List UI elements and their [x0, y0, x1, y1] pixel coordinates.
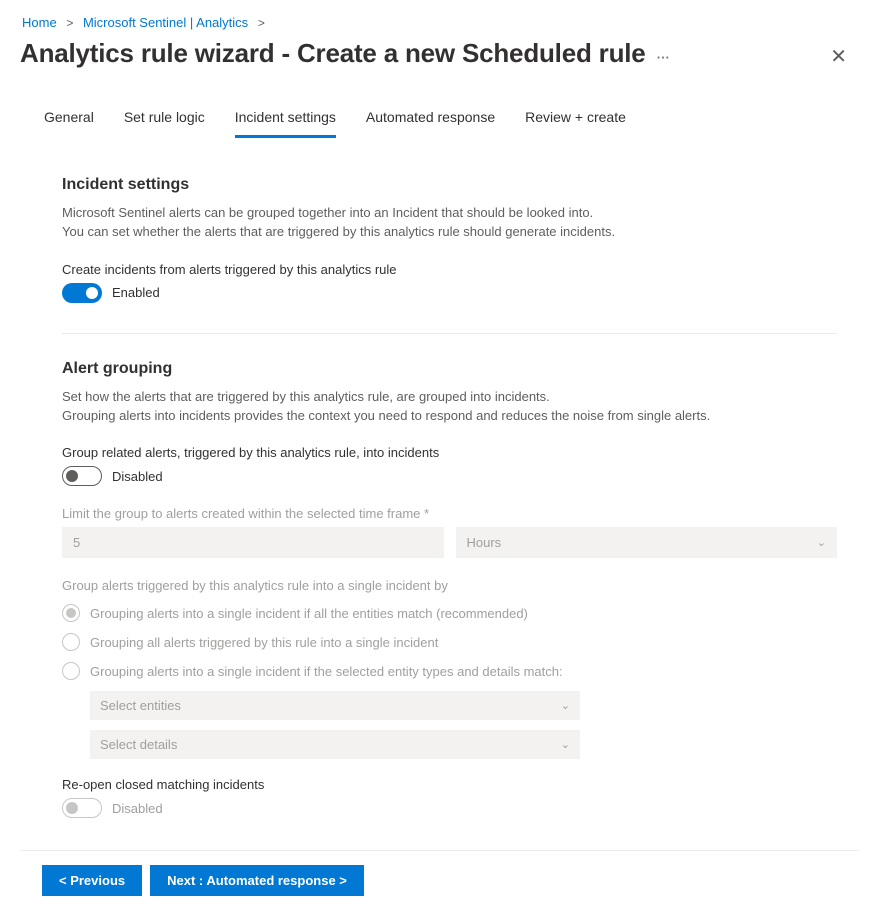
group-related-toggle[interactable]	[62, 466, 102, 486]
more-actions-icon[interactable]: ···	[649, 50, 674, 65]
limit-unit-select: Hours ⌄	[456, 527, 838, 558]
next-button[interactable]: Next : Automated response >	[150, 865, 364, 896]
select-details-dropdown: Select details ⌄	[90, 730, 580, 759]
reopen-toggle	[62, 798, 102, 818]
tab-set-rule-logic[interactable]: Set rule logic	[124, 101, 205, 138]
chevron-down-icon: ⌄	[561, 699, 570, 712]
alert-grouping-heading: Alert grouping	[62, 360, 837, 378]
create-incidents-toggle[interactable]	[62, 283, 102, 303]
breadcrumb: Home > Microsoft Sentinel | Analytics >	[20, 15, 859, 30]
radio-label-3: Grouping alerts into a single incident i…	[90, 664, 563, 679]
breadcrumb-sentinel[interactable]: Microsoft Sentinel | Analytics	[83, 15, 248, 30]
page-title: Analytics rule wizard - Create a new Sch…	[20, 38, 646, 68]
group-related-label: Group related alerts, triggered by this …	[62, 445, 837, 460]
breadcrumb-home[interactable]: Home	[22, 15, 57, 30]
chevron-down-icon: ⌄	[817, 536, 826, 549]
group-related-state: Disabled	[112, 469, 163, 484]
radio-label-1: Grouping alerts into a single incident i…	[90, 606, 528, 621]
reopen-state: Disabled	[112, 801, 163, 816]
create-incidents-state: Enabled	[112, 285, 160, 300]
tab-incident-settings[interactable]: Incident settings	[235, 101, 336, 138]
chevron-right-icon: >	[258, 16, 265, 30]
select-entities-placeholder: Select entities	[100, 698, 181, 713]
tab-bar: General Set rule logic Incident settings…	[20, 101, 859, 138]
limit-unit-value: Hours	[467, 535, 502, 550]
radio-selected-types	[62, 662, 80, 680]
wizard-footer: < Previous Next : Automated response >	[20, 850, 859, 896]
section-divider	[62, 333, 837, 334]
radio-all-entities-match	[62, 604, 80, 622]
chevron-down-icon: ⌄	[561, 738, 570, 751]
tab-review-create[interactable]: Review + create	[525, 101, 626, 138]
incident-desc-2: You can set whether the alerts that are …	[62, 223, 837, 242]
incident-settings-heading: Incident settings	[62, 176, 837, 194]
previous-button[interactable]: < Previous	[42, 865, 142, 896]
tab-general[interactable]: General	[44, 101, 94, 138]
limit-timeframe-label: Limit the group to alerts created within…	[62, 506, 837, 521]
create-incidents-label: Create incidents from alerts triggered b…	[62, 262, 837, 277]
grouping-desc-2: Grouping alerts into incidents provides …	[62, 407, 837, 426]
limit-value-input: 5	[62, 527, 444, 558]
reopen-label: Re-open closed matching incidents	[62, 777, 837, 792]
close-icon[interactable]: ✕	[830, 39, 859, 69]
radio-all-alerts	[62, 633, 80, 651]
radio-label-2: Grouping all alerts triggered by this ru…	[90, 635, 438, 650]
select-entities-dropdown: Select entities ⌄	[90, 691, 580, 720]
tab-automated-response[interactable]: Automated response	[366, 101, 495, 138]
select-details-placeholder: Select details	[100, 737, 177, 752]
grouping-desc-1: Set how the alerts that are triggered by…	[62, 388, 837, 407]
group-by-label: Group alerts triggered by this analytics…	[62, 578, 837, 593]
chevron-right-icon: >	[66, 16, 73, 30]
incident-desc-1: Microsoft Sentinel alerts can be grouped…	[62, 204, 837, 223]
